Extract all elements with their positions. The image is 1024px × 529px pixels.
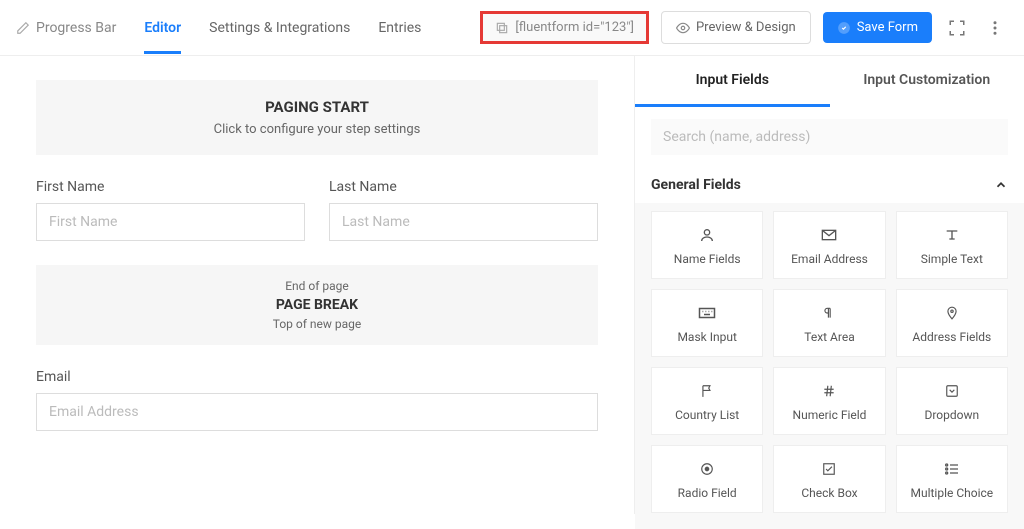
field-multiple-choice[interactable]: Multiple Choice [896, 445, 1008, 513]
caret-square-icon [945, 382, 959, 400]
last-name-label: Last Name [329, 179, 598, 195]
field-radio-label: Radio Field [678, 486, 737, 500]
tab-entries[interactable]: Entries [378, 2, 421, 54]
tab-progress-bar-label: Progress Bar [36, 20, 116, 36]
tab-input-fields[interactable]: Input Fields [635, 56, 830, 107]
eye-icon [676, 21, 690, 35]
tab-editor-label: Editor [144, 20, 181, 36]
copy-icon [495, 21, 509, 35]
last-name-input[interactable] [329, 203, 598, 241]
field-email[interactable]: Email Address [773, 211, 885, 279]
field-text[interactable]: Simple Text [896, 211, 1008, 279]
first-name-field[interactable]: First Name [36, 179, 305, 241]
map-pin-icon [945, 304, 959, 322]
form-canvas: PAGING START Click to configure your ste… [0, 56, 634, 514]
text-icon [944, 226, 960, 244]
email-field[interactable]: Email [36, 369, 598, 431]
first-name-label: First Name [36, 179, 305, 195]
search-input[interactable] [651, 119, 1008, 155]
field-numeric-label: Numeric Field [793, 408, 867, 422]
hash-icon [822, 382, 836, 400]
field-country[interactable]: Country List [651, 367, 763, 435]
field-address[interactable]: Address Fields [896, 289, 1008, 357]
sidebar: Input Fields Input Customization General… [634, 56, 1024, 514]
page-break-block[interactable]: End of page PAGE BREAK Top of new page [36, 265, 598, 345]
field-email-label: Email Address [791, 252, 868, 266]
tab-entries-label: Entries [378, 20, 421, 36]
field-address-label: Address Fields [912, 330, 991, 344]
preview-label: Preview & Design [696, 20, 796, 35]
page-break-title: PAGE BREAK [50, 297, 584, 313]
tab-input-custom-label: Input Customization [863, 72, 990, 88]
shortcode-box[interactable]: [fluentform id="123"] [480, 11, 649, 44]
flag-icon [700, 382, 714, 400]
field-checkbox[interactable]: Check Box [773, 445, 885, 513]
page-break-top: Top of new page [50, 317, 584, 331]
field-name-label: Name Fields [674, 252, 741, 266]
mail-icon [821, 226, 837, 244]
email-label: Email [36, 369, 598, 385]
field-multi-label: Multiple Choice [910, 486, 993, 500]
field-textarea[interactable]: Text Area [773, 289, 885, 357]
general-fields-header[interactable]: General Fields [635, 167, 1024, 203]
tab-input-fields-label: Input Fields [696, 72, 769, 88]
last-name-field[interactable]: Last Name [329, 179, 598, 241]
chevron-up-icon [994, 178, 1008, 192]
tab-settings[interactable]: Settings & Integrations [209, 2, 350, 54]
field-dropdown-label: Dropdown [924, 408, 979, 422]
checkbox-icon [822, 460, 836, 478]
paging-start-subtitle: Click to configure your step settings [54, 122, 580, 137]
field-dropdown[interactable]: Dropdown [896, 367, 1008, 435]
paging-start-title: PAGING START [54, 98, 580, 116]
tab-progress-bar[interactable]: Progress Bar [16, 2, 116, 54]
field-checkbox-label: Check Box [801, 486, 857, 500]
field-textarea-label: Text Area [804, 330, 854, 344]
shortcode-text: [fluentform id="123"] [515, 20, 634, 35]
field-text-label: Simple Text [921, 252, 983, 266]
paging-start-block[interactable]: PAGING START Click to configure your ste… [36, 80, 598, 155]
paragraph-icon [822, 304, 836, 322]
list-icon [944, 460, 960, 478]
field-name[interactable]: Name Fields [651, 211, 763, 279]
tab-editor[interactable]: Editor [144, 2, 181, 54]
tab-input-customization[interactable]: Input Customization [830, 56, 1024, 107]
user-icon [699, 226, 715, 244]
field-mask[interactable]: Mask Input [651, 289, 763, 357]
check-circle-icon [837, 21, 851, 35]
save-label: Save Form [857, 20, 918, 35]
field-country-label: Country List [675, 408, 739, 422]
save-form-button[interactable]: Save Form [823, 12, 932, 43]
field-radio[interactable]: Radio Field [651, 445, 763, 513]
radio-icon [700, 460, 714, 478]
pencil-icon [16, 21, 30, 35]
more-vertical-icon[interactable] [982, 15, 1008, 41]
email-input[interactable] [36, 393, 598, 431]
first-name-input[interactable] [36, 203, 305, 241]
tab-settings-label: Settings & Integrations [209, 20, 350, 36]
fullscreen-icon[interactable] [944, 15, 970, 41]
field-mask-label: Mask Input [677, 330, 736, 344]
preview-design-button[interactable]: Preview & Design [661, 11, 811, 44]
page-break-end: End of page [50, 279, 584, 293]
general-fields-label: General Fields [651, 177, 741, 193]
field-numeric[interactable]: Numeric Field [773, 367, 885, 435]
keyboard-icon [698, 304, 716, 322]
